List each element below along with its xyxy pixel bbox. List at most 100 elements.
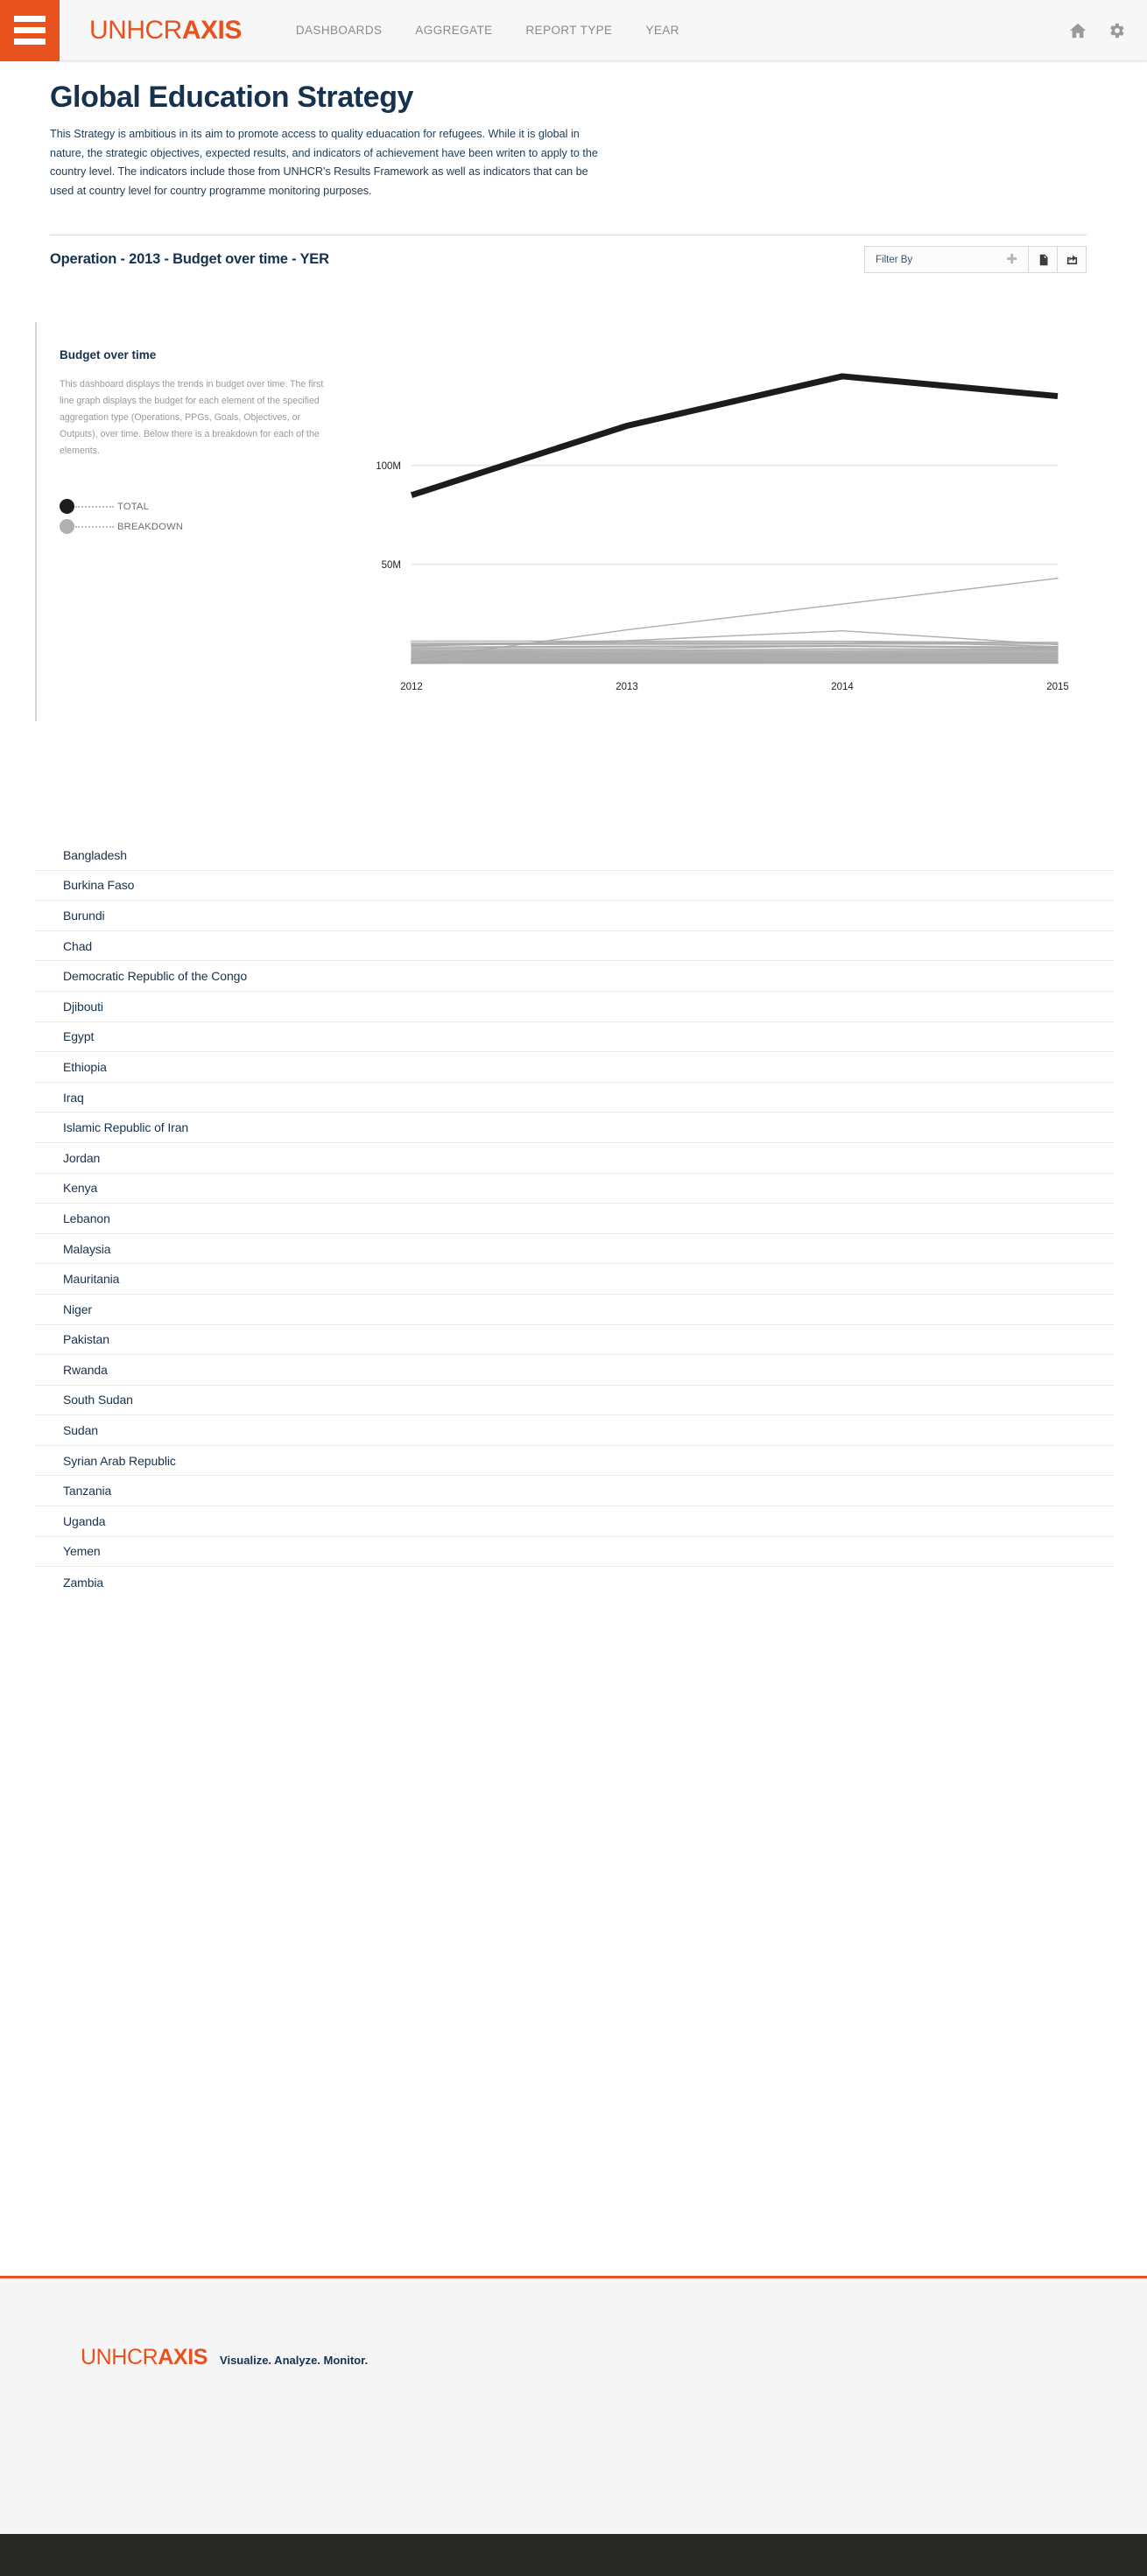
country-row[interactable]: Djibouti	[35, 992, 1114, 1022]
country-name: Pakistan	[63, 1332, 109, 1347]
country-name: Islamic Republic of Iran	[63, 1120, 189, 1135]
page-footer: UNHCRAXIS Visualize. Analyze. Monitor.	[0, 2278, 1147, 2534]
country-row[interactable]: South Sudan	[35, 1386, 1114, 1416]
hamburger-bar	[14, 39, 46, 45]
country-row[interactable]: Chad	[35, 931, 1114, 962]
share-export-icon	[1066, 253, 1079, 267]
footer-logo-prefix: UNHCR	[81, 2345, 158, 2369]
hamburger-menu-icon[interactable]	[0, 0, 60, 61]
legend-dot-total-icon	[60, 499, 74, 515]
country-row[interactable]: Pakistan	[35, 1325, 1114, 1356]
nav-item-aggregate[interactable]: AGGREGATE	[415, 24, 492, 37]
footer-logo[interactable]: UNHCRAXIS	[81, 2347, 208, 2369]
document-icon	[1037, 253, 1050, 267]
hamburger-bar	[14, 16, 46, 22]
country-row[interactable]: Egypt	[35, 1022, 1114, 1053]
legend-item-breakdown[interactable]: BREAKDOWN	[60, 516, 348, 537]
nav-item-report-type[interactable]: REPORT TYPE	[526, 24, 613, 37]
page-header: Global Education Strategy This Strategy …	[50, 81, 663, 201]
panel-title: Budget over time	[60, 348, 157, 361]
report-button[interactable]	[1028, 247, 1057, 272]
share-button[interactable]	[1057, 247, 1086, 272]
brand-logo-suffix: AXIS	[181, 15, 243, 45]
country-name: Kenya	[63, 1181, 98, 1196]
country-row[interactable]: Yemen	[35, 1537, 1114, 1568]
footer-dark-bar	[0, 2534, 1147, 2576]
country-name: Bangladesh	[63, 847, 127, 862]
chart-line-total	[410, 373, 1059, 499]
y-axis-tick-label: 100M	[376, 461, 401, 472]
country-row[interactable]: Ethiopia	[35, 1052, 1114, 1083]
filter-by-dropdown[interactable]: Filter By ✚	[865, 247, 1028, 272]
x-axis-tick-label: 2012	[400, 682, 423, 692]
country-row[interactable]: Rwanda	[35, 1355, 1114, 1386]
country-name: Zambia	[63, 1575, 104, 1590]
operation-toolbar: Operation - 2013 - Budget over time - YE…	[50, 235, 1087, 284]
country-row[interactable]: Bangladesh	[35, 840, 1114, 871]
country-list: Bangladesh Burkina Faso Burundi Chad Democra…	[35, 840, 1114, 1597]
country-name: Mauritania	[63, 1272, 120, 1287]
legend-item-total[interactable]: TOTAL	[60, 496, 348, 516]
country-name: Niger	[63, 1302, 92, 1316]
country-name: Uganda	[63, 1513, 106, 1528]
country-name: Chad	[63, 938, 93, 953]
hamburger-bar	[14, 27, 46, 33]
country-name: Djibouti	[63, 999, 103, 1014]
panel-info: Budget over time This dashboard displays…	[60, 348, 348, 537]
country-name: Iraq	[63, 1090, 84, 1105]
x-axis-tick-label: 2013	[616, 682, 638, 692]
country-row[interactable]: Burundi	[35, 901, 1114, 931]
country-name: Syrian Arab Republic	[63, 1453, 176, 1468]
country-row[interactable]: Uganda	[35, 1506, 1114, 1537]
y-axis-tick-label: 50M	[382, 560, 401, 571]
country-row[interactable]: Burkina Faso	[35, 871, 1114, 902]
country-name: South Sudan	[63, 1393, 133, 1407]
page-title: Global Education Strategy	[50, 81, 414, 114]
country-row[interactable]: Lebanon	[35, 1204, 1114, 1234]
country-name: Rwanda	[63, 1362, 108, 1377]
home-icon[interactable]	[1068, 21, 1087, 40]
country-name: Egypt	[63, 1029, 95, 1044]
gear-icon[interactable]	[1107, 21, 1126, 40]
brand-logo-prefix: UNHCR	[89, 15, 182, 45]
plus-icon: ✚	[1006, 252, 1017, 267]
country-row[interactable]: Malaysia	[35, 1234, 1114, 1265]
top-navigation-bar: UNHCRAXIS DASHBOARDS AGGREGATE REPORT TY…	[0, 0, 1147, 61]
country-name: Yemen	[63, 1544, 101, 1559]
page-description: This Strategy is ambitious in its aim to…	[50, 128, 598, 198]
footer-brand-group: UNHCRAXIS Visualize. Analyze. Monitor.	[81, 2347, 368, 2369]
country-row[interactable]: Syrian Arab Republic	[35, 1446, 1114, 1477]
operation-controls: Filter By ✚	[864, 246, 1087, 273]
nav-icon-group	[1068, 21, 1126, 40]
country-row[interactable]: Mauritania	[35, 1264, 1114, 1295]
country-name: Lebanon	[63, 1211, 110, 1225]
country-row[interactable]: Iraq	[35, 1083, 1114, 1113]
primary-nav-links: DASHBOARDS AGGREGATE REPORT TYPE YEAR	[296, 24, 1068, 37]
nav-item-dashboards[interactable]: DASHBOARDS	[296, 24, 383, 37]
country-row[interactable]: Jordan	[35, 1143, 1114, 1174]
country-row[interactable]: Islamic Republic of Iran	[35, 1113, 1114, 1143]
brand-logo[interactable]: UNHCRAXIS	[89, 15, 243, 45]
country-row[interactable]: Zambia	[35, 1567, 1114, 1597]
filter-by-label: Filter By	[876, 254, 913, 265]
country-row[interactable]: Democratic Republic of the Congo	[35, 961, 1114, 992]
chart-legend: TOTAL BREAKDOWN	[60, 496, 348, 537]
footer-logo-suffix: AXIS	[158, 2345, 208, 2369]
nav-item-year[interactable]: YEAR	[645, 24, 679, 37]
country-name: Burkina Faso	[63, 878, 135, 893]
country-name: Democratic Republic of the Congo	[63, 969, 248, 984]
country-row[interactable]: Kenya	[35, 1174, 1114, 1204]
budget-line-chart[interactable]: 50M 100M 2012 2013 2014 2015	[350, 334, 1068, 702]
country-name: Ethiopia	[63, 1059, 107, 1074]
country-row[interactable]: Tanzania	[35, 1476, 1114, 1507]
panel-description: This dashboard displays the trends in bu…	[60, 379, 324, 457]
chart-svg: 50M 100M 2012 2013 2014 2015	[376, 373, 1068, 692]
country-name: Jordan	[63, 1150, 101, 1165]
legend-label-breakdown: BREAKDOWN	[117, 521, 184, 532]
panel-left-rule	[35, 322, 37, 721]
x-axis-tick-label: 2014	[831, 682, 854, 692]
country-name: Burundi	[63, 908, 105, 923]
country-row[interactable]: Niger	[35, 1295, 1114, 1325]
country-name: Sudan	[63, 1423, 98, 1438]
country-row[interactable]: Sudan	[35, 1415, 1114, 1446]
